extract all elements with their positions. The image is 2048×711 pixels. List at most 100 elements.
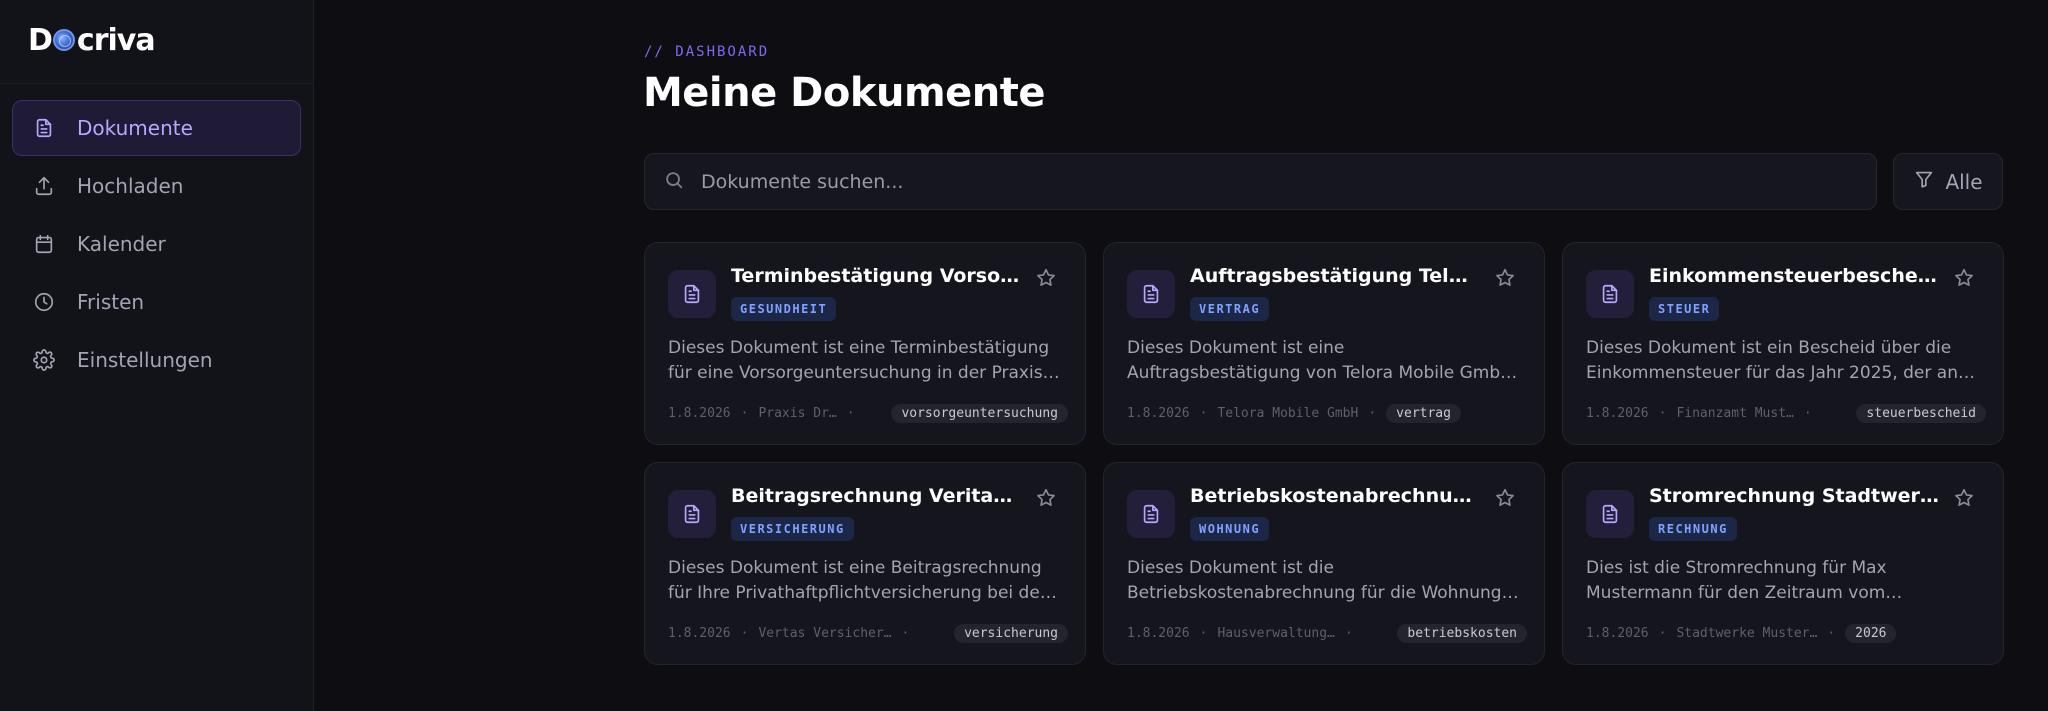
sidebar-item-dokumente[interactable]: Dokumente: [12, 100, 301, 156]
document-title[interactable]: Stromrechnung Stadtwerke …: [1649, 485, 1939, 507]
category-badge: VERSICHERUNG: [731, 517, 854, 541]
document-description: Dieses Dokument ist eine Beitragsrechnun…: [668, 558, 1047, 603]
sidebar-divider: [0, 83, 313, 84]
document-card[interactable]: Beitragsrechnung Veritas Versicherung VE…: [644, 462, 1086, 665]
meta-separator: ·: [740, 405, 749, 421]
document-meta: 1.8.2026 · Stadtwerke Muster… · 2026: [1586, 621, 1986, 645]
logo-text-end: criva: [76, 22, 156, 58]
document-icon: [1586, 270, 1634, 318]
document-card[interactable]: Stromrechnung Stadtwerke … RECHNUNG Dies…: [1562, 462, 2004, 665]
document-date: 1.8.2026: [668, 625, 731, 641]
document-title[interactable]: Auftragsbestätigung Telora Fle…: [1190, 265, 1480, 287]
document-title[interactable]: Beitragsrechnung Veritas Versicherung: [731, 485, 1021, 507]
document-meta: 1.8.2026 · Praxis Dr… · vorsorgeuntersuc…: [668, 401, 1068, 425]
star-icon[interactable]: [1953, 487, 1977, 511]
document-title[interactable]: Betriebskostenabrechnung 2025: [1190, 485, 1480, 507]
category-badge: GESUNDHEIT: [731, 297, 837, 321]
page-title: Meine Dokumente: [643, 70, 1045, 116]
meta-separator: ·: [740, 625, 749, 641]
document-title[interactable]: Einkommensteuerbescheid 2025: [1649, 265, 1939, 287]
document-sender: Hausverwaltung…: [1217, 625, 1335, 641]
document-description: Dies ist die Stromrechnung für Max Muste…: [1586, 558, 1887, 603]
document-date: 1.8.2026: [1586, 625, 1649, 641]
document-meta: 1.8.2026 · Telora Mobile GmbH · vertrag: [1127, 401, 1527, 425]
tag-chip[interactable]: versicherung: [954, 623, 1068, 643]
document-title[interactable]: Terminbestätigung Vorsorgeuntersuchung: [731, 265, 1021, 287]
document-meta: 1.8.2026 · Hausverwaltung… · betriebskos…: [1127, 621, 1527, 645]
document-sender: Telora Mobile GmbH: [1217, 405, 1359, 421]
star-icon[interactable]: [1494, 267, 1518, 291]
document-date: 1.8.2026: [668, 405, 731, 421]
document-sender: Finanzamt Must…: [1676, 405, 1794, 421]
document-meta: 1.8.2026 · Vertas Versicher… · versicher…: [668, 621, 1068, 645]
star-icon[interactable]: [1953, 267, 1977, 291]
clock-icon: [31, 289, 57, 315]
document-icon: [31, 115, 57, 141]
meta-separator: ·: [1827, 625, 1836, 641]
page-eyebrow: // DASHBOARD: [644, 44, 770, 60]
calendar-icon: [31, 231, 57, 257]
document-description: Dieses Dokument ist ein Bescheid über di…: [1586, 338, 1958, 383]
document-sender: Praxis Dr…: [758, 405, 837, 421]
document-description: Dieses Dokument ist eine Auftragsbestäti…: [1127, 338, 1513, 383]
tag-chip[interactable]: steuerbescheid: [1856, 403, 1986, 423]
document-description: Dieses Dokument ist eine Terminbestätigu…: [668, 338, 1050, 383]
meta-separator: ·: [1344, 625, 1353, 641]
document-card[interactable]: Betriebskostenabrechnung 2025 WOHNUNG Di…: [1103, 462, 1545, 665]
sidebar-item-einstellungen[interactable]: Einstellungen: [12, 332, 301, 388]
meta-separator: ·: [901, 625, 910, 641]
category-badge: WOHNUNG: [1190, 517, 1270, 541]
sidebar-item-fristen[interactable]: Fristen: [12, 274, 301, 330]
tag-chip[interactable]: vertrag: [1386, 403, 1461, 423]
search-input[interactable]: [701, 170, 1801, 193]
sidebar-item-label: Einstellungen: [77, 348, 213, 372]
sidebar-item-label: Fristen: [77, 290, 145, 314]
document-icon: [1127, 490, 1175, 538]
tag-chip[interactable]: vorsorgeuntersuchung: [891, 403, 1068, 423]
meta-separator: ·: [846, 405, 855, 421]
sidebar-item-kalender[interactable]: Kalender: [12, 216, 301, 272]
meta-separator: ·: [1658, 625, 1667, 641]
search-bar[interactable]: [644, 153, 1877, 210]
filter-label: Alle: [1945, 169, 1983, 194]
meta-separator: ·: [1368, 405, 1377, 421]
category-badge: STEUER: [1649, 297, 1720, 321]
gear-icon: [31, 347, 57, 373]
category-badge: RECHNUNG: [1649, 517, 1737, 541]
sidebar: Dcriva Dokumente Hochladen Kalender Fris: [0, 0, 314, 711]
filter-icon: [1913, 168, 1945, 195]
document-description: Dieses Dokument ist die Betriebskostenab…: [1127, 558, 1502, 603]
upload-icon: [31, 173, 57, 199]
sidebar-item-label: Kalender: [77, 232, 166, 256]
star-icon[interactable]: [1035, 487, 1059, 511]
meta-separator: ·: [1199, 625, 1208, 641]
sidebar-item-label: Hochladen: [77, 174, 184, 198]
document-meta: 1.8.2026 · Finanzamt Must… · steuerbesch…: [1586, 401, 1986, 425]
document-sender: Vertas Versicher…: [758, 625, 892, 641]
document-card[interactable]: Einkommensteuerbescheid 2025 STEUER Dies…: [1562, 242, 2004, 445]
document-date: 1.8.2026: [1127, 405, 1190, 421]
document-card[interactable]: Auftragsbestätigung Telora Fle… VERTRAG …: [1103, 242, 1545, 445]
document-sender: Stadtwerke Muster…: [1676, 625, 1818, 641]
category-badge: VERTRAG: [1190, 297, 1270, 321]
star-icon[interactable]: [1035, 267, 1059, 291]
sidebar-item-hochladen[interactable]: Hochladen: [12, 158, 301, 214]
document-icon: [668, 270, 716, 318]
document-date: 1.8.2026: [1127, 625, 1190, 641]
meta-separator: ·: [1658, 405, 1667, 421]
tag-chip[interactable]: 2026: [1845, 623, 1897, 643]
document-icon: [1127, 270, 1175, 318]
meta-separator: ·: [1803, 405, 1812, 421]
search-icon: [663, 169, 685, 195]
star-icon[interactable]: [1494, 487, 1518, 511]
filter-button[interactable]: Alle: [1893, 153, 2003, 210]
logo-text-start: D: [28, 22, 53, 58]
logo[interactable]: Dcriva: [28, 22, 156, 58]
document-icon: [1586, 490, 1634, 538]
document-icon: [668, 490, 716, 538]
tag-chip[interactable]: betriebskosten: [1397, 623, 1527, 643]
document-date: 1.8.2026: [1586, 405, 1649, 421]
logo-orb-icon: [52, 29, 75, 51]
meta-separator: ·: [1199, 405, 1208, 421]
document-card[interactable]: Terminbestätigung Vorsorgeuntersuchung G…: [644, 242, 1086, 445]
